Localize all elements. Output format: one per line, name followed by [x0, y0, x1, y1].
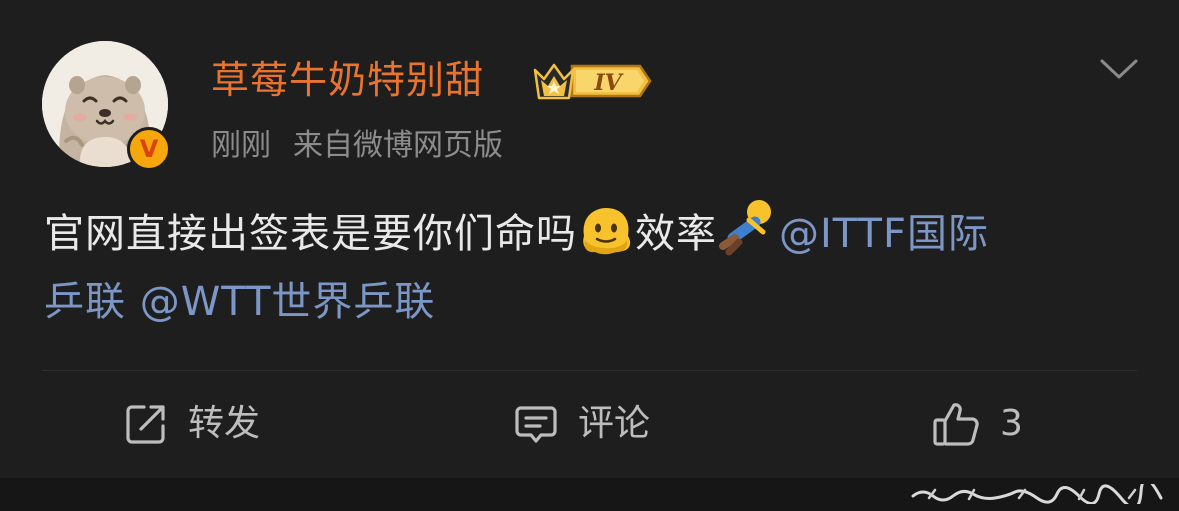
mention-ittf[interactable]: @ITTF国际 [779, 211, 989, 257]
post-meta: 刚刚 来自微博网页版 [211, 124, 503, 168]
runaway-emoji-icon [719, 198, 777, 256]
thumbs-up-icon [933, 403, 979, 446]
bottom-strip [0, 478, 1179, 511]
level-badge-text: IV [593, 70, 623, 96]
crown-level-badge[interactable]: IV [532, 58, 652, 104]
repost-button[interactable]: 转发 [124, 396, 260, 452]
scribble-mark-icon [911, 484, 1163, 504]
author-name[interactable]: 草莓牛奶特别甜 [211, 52, 484, 108]
repost-label: 转发 [188, 403, 261, 444]
comment-label: 评论 [578, 403, 651, 444]
like-button[interactable]: 3 [932, 396, 1023, 452]
post-content: 官网直接出签表是要你们命吗 效率 @ITTF国际乒联 @WTT世界乒联 [44, 198, 1144, 336]
post-source: 来自微博网页版 [293, 128, 503, 163]
chevron-down-icon[interactable] [1098, 56, 1140, 82]
divider [42, 370, 1137, 371]
post-text-part: 官网直接出签表是要你们命吗 [44, 211, 577, 257]
mention-ittf-continued[interactable]: 乒联 [44, 279, 126, 325]
comment-button[interactable]: 评论 [514, 396, 650, 452]
comment-icon [515, 406, 557, 443]
melting-face-emoji-icon [579, 206, 633, 256]
mention-wtt[interactable]: @WTT世界乒联 [140, 279, 436, 325]
weibo-post-card: V 草莓牛奶特别甜 IV 刚刚来自微博网页版 官网直接出签表是要你们命吗 效率 [0, 0, 1179, 478]
post-time: 刚刚 [211, 128, 271, 163]
like-count: 3 [1000, 403, 1023, 444]
post-text-part: 效率 [635, 211, 717, 257]
repost-icon [126, 405, 165, 444]
verified-badge-icon: V [127, 127, 171, 171]
